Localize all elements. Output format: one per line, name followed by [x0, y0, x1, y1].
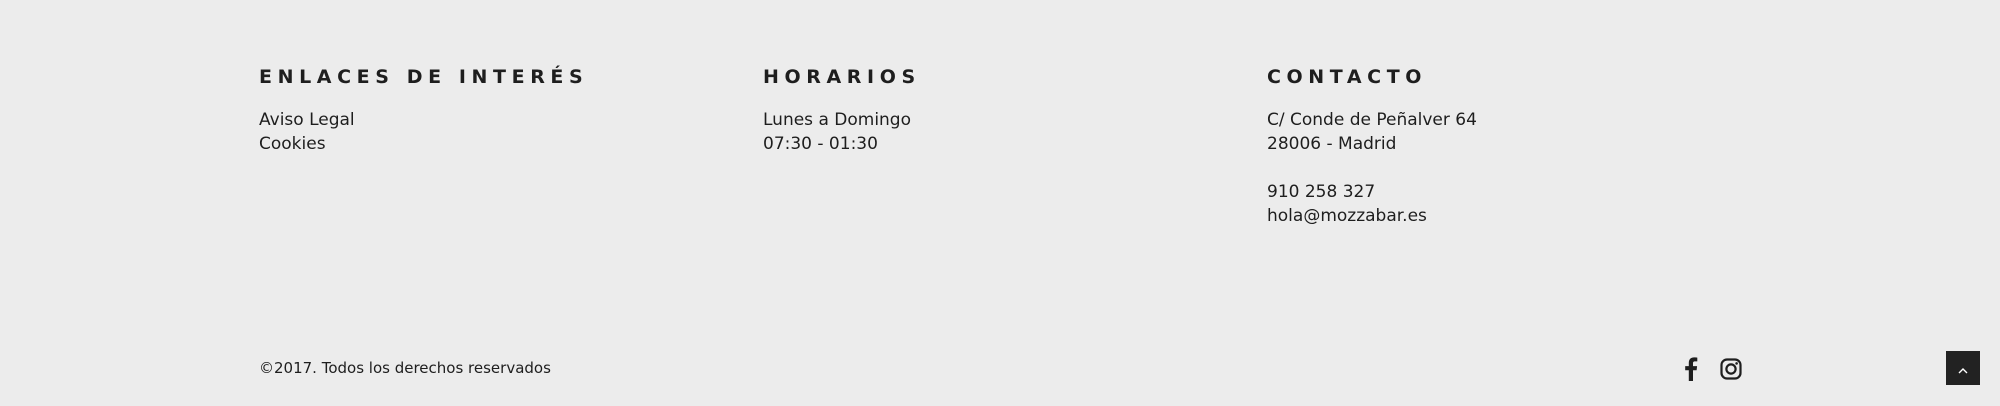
- links-list: Aviso Legal Cookies: [259, 108, 588, 156]
- copyright-text: ©2017. Todos los derechos reservados: [259, 359, 551, 377]
- cookies-link[interactable]: Cookies: [259, 132, 588, 156]
- back-to-top-button[interactable]: [1946, 351, 1980, 385]
- hours-time: 07:30 - 01:30: [763, 134, 878, 154]
- instagram-icon[interactable]: [1716, 354, 1746, 384]
- contact-heading: CONTACTO: [1267, 66, 1428, 88]
- contact-info: C/ Conde de Peñalver 64 28006 - Madrid 9…: [1267, 108, 1477, 228]
- hours-column: HORARIOS Lunes a Domingo 07:30 - 01:30: [763, 62, 921, 156]
- hours-days: Lunes a Domingo: [763, 110, 912, 130]
- links-heading: ENLACES DE INTERÉS: [259, 66, 589, 88]
- links-column: ENLACES DE INTERÉS Aviso Legal Cookies: [259, 62, 588, 156]
- hours-heading: HORARIOS: [763, 66, 921, 88]
- facebook-icon[interactable]: [1676, 354, 1706, 384]
- chevron-up-icon: [1958, 359, 1968, 378]
- contact-spacer: [1267, 156, 1477, 180]
- contact-column: CONTACTO C/ Conde de Peñalver 64 28006 -…: [1267, 62, 1477, 228]
- contact-phone-link[interactable]: 910 258 327: [1267, 180, 1477, 204]
- hours-info: Lunes a Domingo 07:30 - 01:30: [763, 108, 921, 156]
- aviso-legal-link[interactable]: Aviso Legal: [259, 108, 588, 132]
- contact-email-link[interactable]: hola@mozzabar.es: [1267, 204, 1477, 228]
- contact-city: 28006 - Madrid: [1267, 134, 1397, 154]
- contact-street: C/ Conde de Peñalver 64: [1267, 110, 1477, 130]
